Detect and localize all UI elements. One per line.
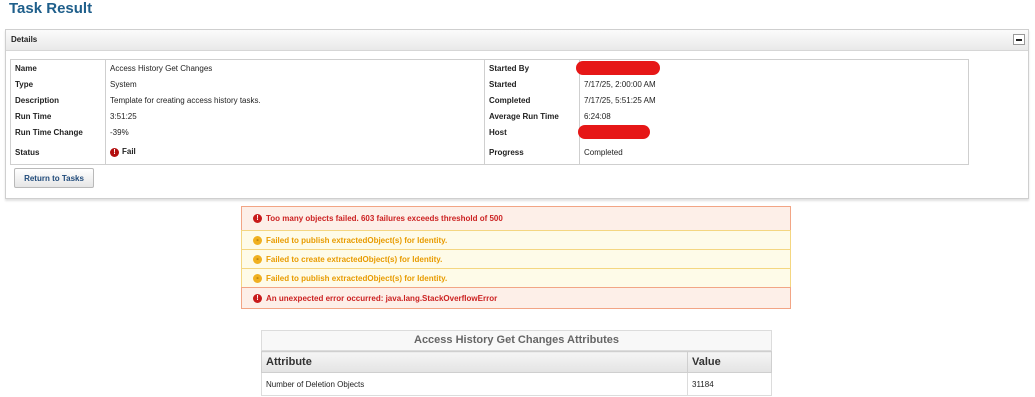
error-icon: !	[110, 147, 119, 157]
message-text: Failed to publish extractedObject(s) for…	[266, 273, 448, 283]
error-icon: !	[253, 214, 262, 223]
detail-value: 7/17/25, 5:51:25 AM	[579, 92, 969, 108]
attributes-title: Access History Get Changes Attributes	[261, 330, 772, 351]
details-row: Name Access History Get Changes Started …	[10, 59, 969, 76]
detail-label: Run Time Change	[10, 124, 106, 140]
attributes-section: Access History Get Changes Attributes At…	[261, 330, 772, 396]
detail-value: Access History Get Changes	[105, 59, 485, 76]
column-header-attribute[interactable]: Attribute	[261, 351, 688, 373]
message-text: Failed to create extractedObject(s) for …	[266, 254, 443, 264]
warning-message: - Failed to create extractedObject(s) fo…	[241, 249, 791, 269]
detail-value: 7/17/25, 2:00:00 AM	[579, 76, 969, 92]
detail-label: Run Time	[10, 108, 106, 124]
detail-value: 3:51:25	[105, 108, 485, 124]
detail-label: Name	[10, 59, 106, 76]
page-title: Task Result	[9, 0, 93, 17]
detail-label: Status	[10, 140, 106, 165]
details-row: Type System Started 7/17/25, 2:00:00 AM	[10, 76, 969, 92]
details-panel-title: Details	[11, 35, 38, 44]
attributes-header-row: Attribute Value	[261, 351, 772, 373]
detail-value: Completed	[579, 140, 969, 165]
warning-icon: -	[253, 254, 262, 264]
detail-value: System	[105, 76, 485, 92]
detail-label: Started By	[484, 59, 580, 76]
warning-icon: -	[253, 235, 262, 245]
details-row: Run Time 3:51:25 Average Run Time 6:24:0…	[10, 108, 969, 124]
detail-value	[578, 124, 969, 140]
attributes-table: Attribute Value Number of Deletion Objec…	[261, 351, 772, 396]
detail-value: -39%	[105, 124, 485, 140]
error-message: ! An unexpected error occurred: java.lan…	[241, 287, 791, 309]
redaction-mark	[576, 61, 660, 75]
status-value: ! Fail	[105, 140, 485, 165]
attribute-name: Number of Deletion Objects	[261, 372, 688, 396]
detail-label: Progress	[484, 140, 580, 165]
message-text: An unexpected error occurred: java.lang.…	[266, 293, 498, 303]
details-table: Name Access History Get Changes Started …	[10, 59, 969, 165]
minus-icon	[1016, 38, 1022, 41]
details-row: Run Time Change -39% Host	[10, 124, 969, 140]
detail-label: Host	[484, 124, 580, 140]
return-to-tasks-button[interactable]: Return to Tasks	[14, 168, 94, 188]
detail-value: Template for creating access history tas…	[105, 92, 485, 108]
message-list: ! Too many objects failed. 603 failures …	[241, 206, 791, 309]
detail-value: 6:24:08	[579, 108, 969, 124]
details-panel-header: Details	[6, 30, 1028, 51]
collapse-button[interactable]	[1013, 34, 1025, 45]
details-row: Description Template for creating access…	[10, 92, 969, 108]
redaction-mark	[578, 125, 650, 139]
detail-label: Type	[10, 76, 106, 92]
detail-value	[576, 59, 969, 76]
warning-icon: -	[253, 273, 262, 283]
warning-message: - Failed to publish extractedObject(s) f…	[241, 230, 791, 250]
message-text: Too many objects failed. 603 failures ex…	[266, 214, 503, 223]
detail-label: Started	[484, 76, 580, 92]
message-text: Failed to publish extractedObject(s) for…	[266, 235, 448, 245]
column-header-value[interactable]: Value	[687, 351, 772, 373]
table-row: Number of Deletion Objects 31184	[261, 372, 772, 396]
error-message: ! Too many objects failed. 603 failures …	[241, 206, 791, 231]
details-row: Status ! Fail Progress Completed	[10, 140, 969, 165]
details-panel: Details Name Access History Get Changes …	[5, 29, 1029, 199]
attribute-value: 31184	[687, 372, 772, 396]
detail-label: Description	[10, 92, 106, 108]
error-icon: !	[253, 293, 262, 303]
status-text: Fail	[122, 147, 136, 157]
detail-label: Average Run Time	[484, 108, 580, 124]
detail-label: Completed	[484, 92, 580, 108]
warning-message: - Failed to publish extractedObject(s) f…	[241, 268, 791, 288]
